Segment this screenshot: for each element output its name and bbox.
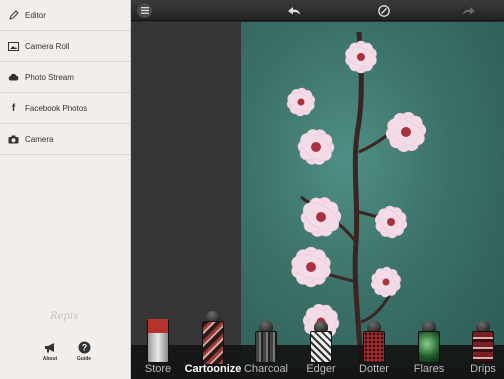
- edger-marker[interactable]: [310, 321, 332, 363]
- editor-area: Store Cartoonize Charcoal Edger Dotter F…: [131, 0, 504, 379]
- flares-marker[interactable]: [418, 321, 440, 363]
- photo-canvas[interactable]: [241, 22, 504, 367]
- sidebar-item-label: Facebook Photos: [25, 103, 88, 113]
- help-icon: ?: [72, 340, 96, 354]
- sidebar: Editor Camera Roll Photo Stream f Facebo…: [0, 0, 131, 379]
- filter-charcoal[interactable]: Charcoal: [244, 363, 288, 375]
- menu-icon[interactable]: [137, 3, 152, 18]
- dotter-marker[interactable]: [363, 321, 385, 363]
- camera-icon: [8, 134, 19, 145]
- undo-icon[interactable]: [286, 3, 301, 18]
- compare-icon[interactable]: [376, 3, 391, 18]
- pencil-icon: [8, 10, 19, 21]
- sidebar-item-camera[interactable]: Camera: [0, 124, 130, 155]
- filter-drips[interactable]: Drips: [470, 363, 496, 375]
- guide-label: Guide: [76, 356, 92, 362]
- sidebar-item-label: Editor: [25, 10, 46, 20]
- facebook-icon: f: [11, 102, 16, 114]
- cherry-blossom-image: [286, 31, 427, 367]
- megaphone-icon: [38, 340, 62, 354]
- about-label: About: [42, 356, 58, 362]
- sidebar-item-camera-roll[interactable]: Camera Roll: [0, 31, 130, 62]
- svg-text:?: ?: [81, 342, 87, 352]
- sidebar-item-label: Camera Roll: [25, 41, 70, 51]
- sidebar-item-photo-stream[interactable]: Photo Stream: [0, 62, 130, 93]
- about-button[interactable]: About: [38, 340, 62, 362]
- charcoal-marker[interactable]: [255, 321, 277, 363]
- filter-dotter[interactable]: Dotter: [359, 363, 389, 375]
- filter-flares[interactable]: Flares: [414, 363, 445, 375]
- guide-button[interactable]: ? Guide: [72, 340, 96, 362]
- sidebar-item-label: Photo Stream: [25, 72, 74, 82]
- filter-store[interactable]: Store: [145, 363, 171, 375]
- sidebar-item-editor[interactable]: Editor: [0, 0, 130, 31]
- sidebar-item-label: Camera: [25, 134, 54, 144]
- image-icon: [8, 41, 19, 52]
- cartoonize-marker[interactable]: [202, 311, 224, 365]
- filter-edger[interactable]: Edger: [306, 363, 335, 375]
- app-logo: Repix: [50, 311, 79, 322]
- store-marker[interactable]: [147, 293, 169, 363]
- top-toolbar: [131, 0, 504, 21]
- cloud-icon: [8, 72, 19, 83]
- sidebar-item-facebook-photos[interactable]: f Facebook Photos: [0, 93, 130, 124]
- redo-icon[interactable]: [461, 3, 476, 18]
- drips-marker[interactable]: [472, 321, 494, 363]
- filter-cartoonize[interactable]: Cartoonize: [185, 363, 242, 375]
